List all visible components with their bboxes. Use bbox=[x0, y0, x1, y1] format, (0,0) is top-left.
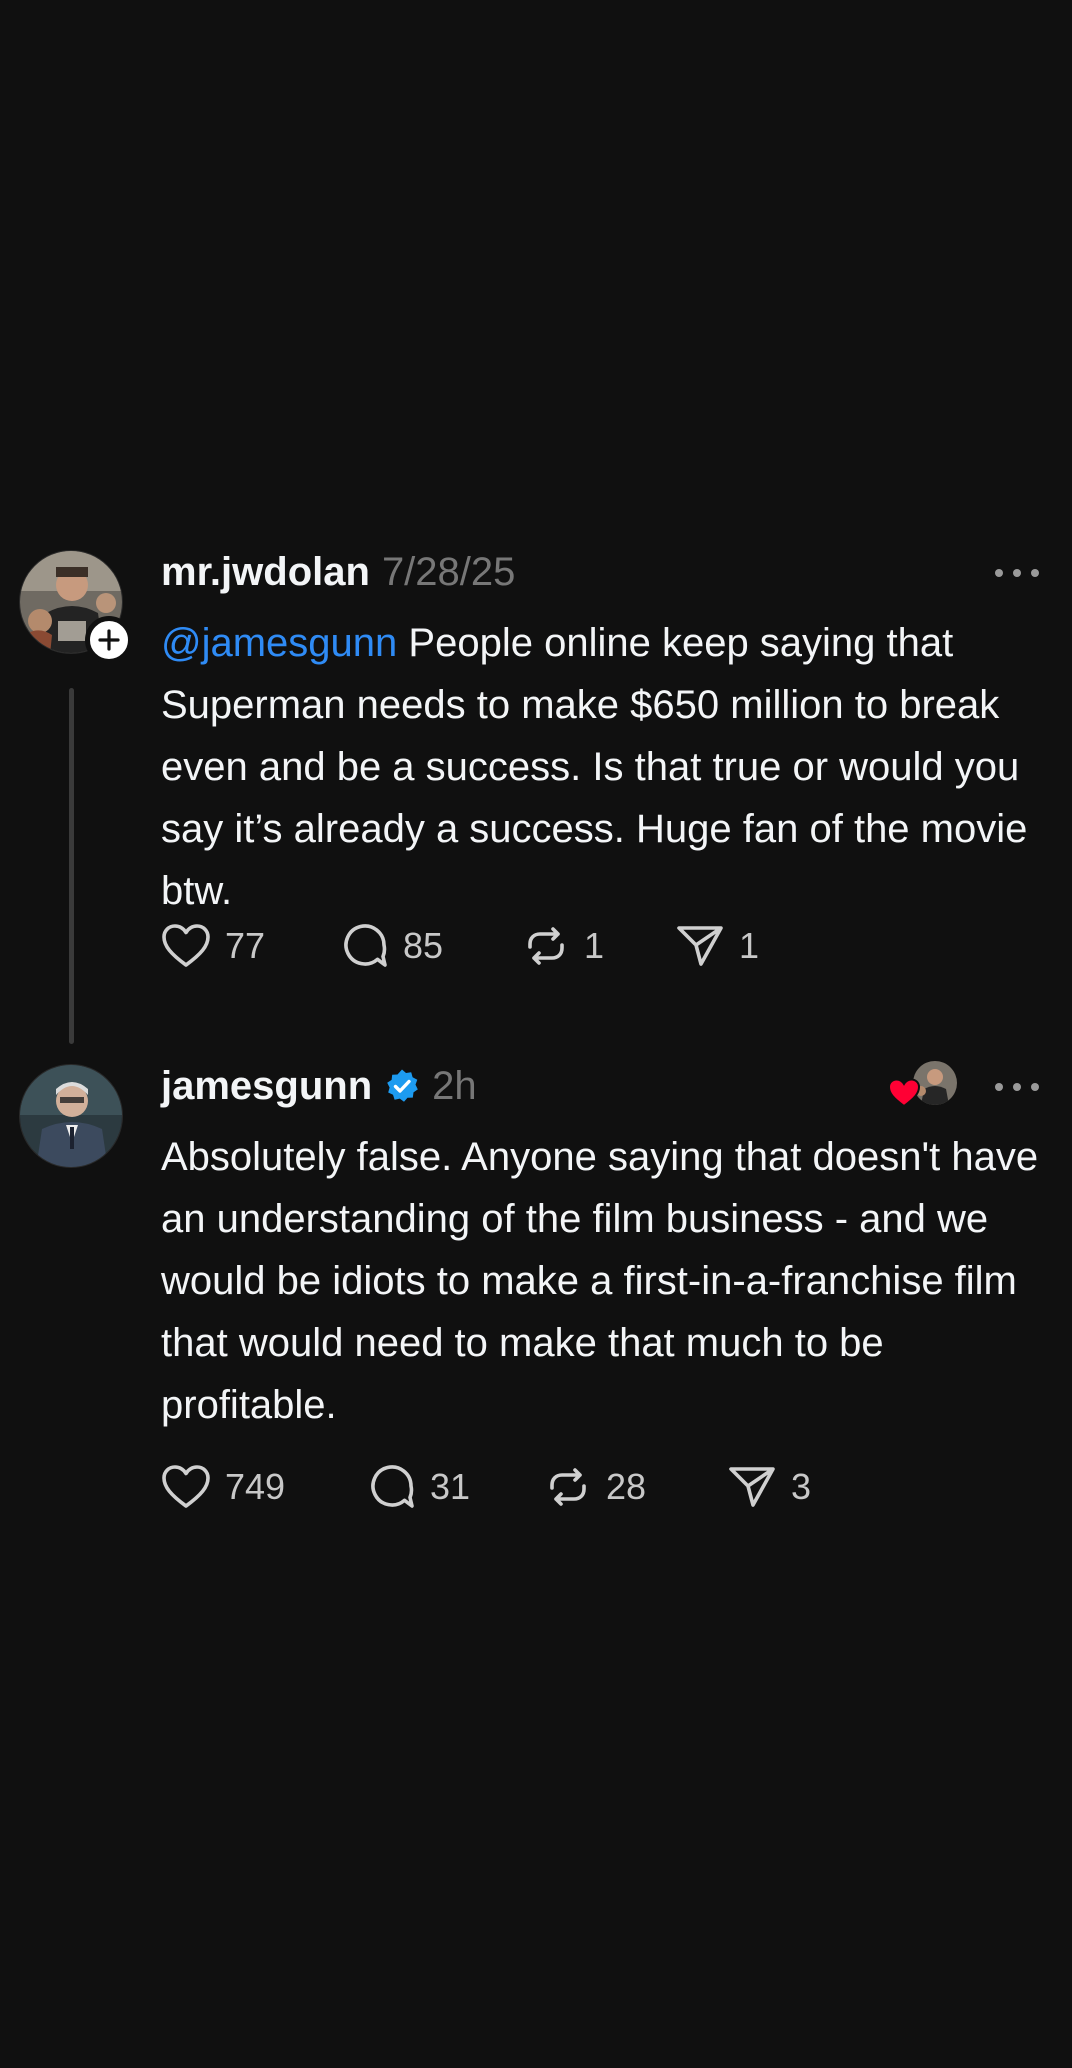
liked-by-author-indicator bbox=[887, 1059, 959, 1113]
repost-icon bbox=[550, 1468, 586, 1506]
verified-badge bbox=[384, 1068, 420, 1104]
repost-button[interactable]: 1 bbox=[522, 920, 604, 972]
more-icon bbox=[995, 569, 1003, 577]
share-count: 1 bbox=[739, 925, 760, 966]
mention-link[interactable]: @jamesgunn bbox=[161, 621, 397, 665]
share-button[interactable]: 3 bbox=[727, 1461, 811, 1513]
post-body: Absolutely false. Anyone saying that doe… bbox=[161, 1135, 1039, 1427]
reply-button[interactable]: 85 bbox=[341, 920, 443, 972]
verified-icon bbox=[387, 1069, 418, 1102]
share-count: 3 bbox=[791, 1466, 812, 1507]
repost-button[interactable]: 28 bbox=[544, 1461, 646, 1513]
repost-count: 1 bbox=[584, 925, 605, 966]
post-text: Absolutely false. Anyone saying that doe… bbox=[161, 1126, 1056, 1436]
more-icon bbox=[995, 1083, 1003, 1091]
more-options-button[interactable] bbox=[995, 558, 1039, 588]
timestamp: 2h bbox=[432, 1063, 477, 1108]
like-button[interactable]: 749 bbox=[161, 1461, 285, 1513]
username[interactable]: mr.jwdolan bbox=[161, 550, 370, 595]
more-options-button[interactable] bbox=[995, 1072, 1039, 1102]
avatar[interactable] bbox=[19, 1064, 123, 1168]
reply-count: 85 bbox=[403, 925, 444, 966]
share-button[interactable]: 1 bbox=[675, 920, 759, 972]
share-icon bbox=[677, 926, 723, 966]
like-count: 749 bbox=[225, 1466, 286, 1507]
comment-icon bbox=[371, 1465, 414, 1508]
repost-count: 28 bbox=[606, 1466, 647, 1507]
username[interactable]: jamesgunn bbox=[161, 1064, 372, 1109]
post-header: mr.jwdolan 7/28/25 bbox=[161, 548, 515, 596]
timestamp: 7/28/25 bbox=[381, 549, 516, 594]
post-header: jamesgunn 2h bbox=[161, 1062, 477, 1110]
comment-icon bbox=[344, 924, 387, 967]
follow-button[interactable] bbox=[85, 616, 133, 664]
post-text: @jamesgunn People online keep saying tha… bbox=[161, 612, 1056, 922]
plus-icon bbox=[98, 629, 120, 651]
reply-count: 31 bbox=[430, 1466, 471, 1507]
like-button[interactable]: 77 bbox=[161, 920, 265, 972]
heart-icon bbox=[162, 924, 210, 967]
heart-icon bbox=[887, 1078, 921, 1108]
share-icon bbox=[729, 1467, 775, 1507]
like-count: 77 bbox=[225, 925, 266, 966]
repost-icon bbox=[528, 927, 564, 965]
heart-icon bbox=[162, 1465, 210, 1508]
reply-button[interactable]: 31 bbox=[368, 1461, 470, 1513]
thread-line bbox=[69, 688, 74, 1044]
